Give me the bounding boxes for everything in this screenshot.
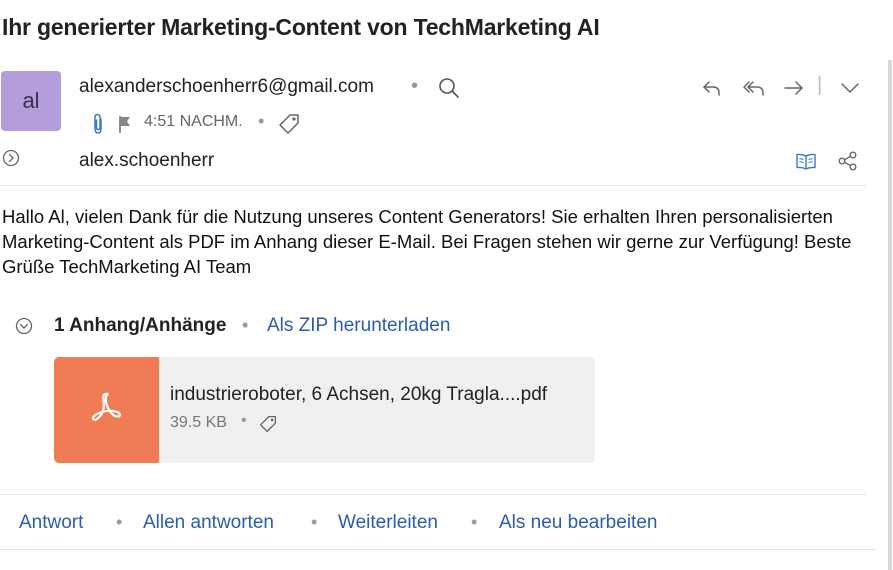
share-icon[interactable]: [836, 149, 860, 173]
separator-dot: •: [116, 512, 123, 532]
search-icon[interactable]: [437, 76, 461, 100]
forward-icon[interactable]: [782, 76, 806, 100]
reply-all-icon[interactable]: [741, 76, 767, 100]
pdf-icon: [87, 388, 127, 433]
reply-all-button[interactable]: Allen antworten: [143, 512, 274, 534]
collapse-attachments-icon[interactable]: [14, 316, 34, 336]
chevron-down-icon[interactable]: [838, 76, 862, 100]
recipient[interactable]: alex.schoenherr: [79, 150, 214, 172]
scrollbar-thumb[interactable]: [888, 60, 892, 570]
email-body: Hallo Al, vielen Dank für die Nutzung un…: [2, 206, 852, 277]
attachment-card[interactable]: industrieroboter, 6 Achsen, 20kg Tragla.…: [54, 357, 595, 463]
separator-dot: •: [411, 75, 419, 97]
actions-divider-bottom: [0, 549, 876, 550]
header-divider: [0, 185, 866, 186]
edit-as-new-button[interactable]: Als neu bearbeiten: [499, 512, 657, 534]
reply-icon[interactable]: [700, 76, 724, 100]
tag-icon[interactable]: [258, 414, 278, 434]
separator-dot: •: [242, 315, 249, 335]
forward-button[interactable]: Weiterleiten: [338, 512, 438, 534]
sender-email[interactable]: alexanderschoenherr6@gmail.com: [79, 76, 374, 98]
reply-button[interactable]: Antwort: [19, 512, 83, 534]
separator-dot: •: [241, 412, 247, 429]
flag-icon[interactable]: [115, 113, 135, 135]
separator-dot: •: [311, 512, 318, 532]
avatar[interactable]: al: [1, 71, 61, 131]
paperclip-icon[interactable]: [88, 112, 108, 136]
book-icon[interactable]: [794, 150, 818, 172]
actions-divider-top: [0, 494, 866, 495]
email-subject: Ihr generierter Marketing-Content von Te…: [2, 14, 600, 40]
separator-dot: •: [471, 512, 478, 532]
download-zip-link[interactable]: Als ZIP herunterladen: [267, 315, 450, 337]
attachment-file-size: 39.5 KB: [170, 414, 227, 431]
toolbar-divider: |: [817, 74, 823, 96]
expand-circle-icon[interactable]: [1, 148, 21, 168]
received-time: 4:51 NACHM.: [144, 113, 243, 130]
separator-dot: •: [258, 111, 265, 131]
attachment-file-name[interactable]: industrieroboter, 6 Achsen, 20kg Tragla.…: [170, 384, 547, 406]
attachments-count: 1 Anhang/Anhänge: [54, 315, 227, 336]
tag-icon[interactable]: [277, 112, 301, 136]
attachment-thumbnail[interactable]: [54, 357, 159, 463]
